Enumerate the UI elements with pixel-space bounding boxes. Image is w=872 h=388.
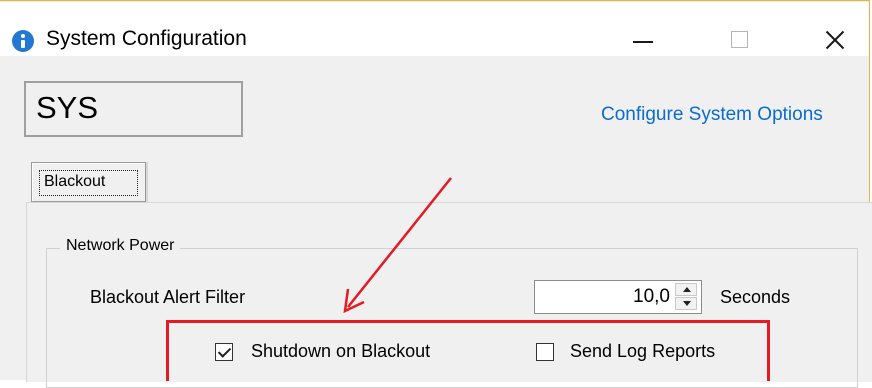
focus-rectangle: Blackout — [39, 170, 138, 196]
shutdown-on-blackout-checkbox[interactable] — [215, 343, 233, 361]
spin-up-button[interactable] — [675, 283, 697, 296]
window-title: System Configuration — [46, 27, 247, 50]
maximize-button[interactable] — [715, 20, 765, 56]
tab-blackout-label: Blackout — [44, 173, 106, 190]
alert-filter-stepper[interactable]: 10,0 — [534, 280, 702, 314]
title-bar[interactable]: System Configuration — [0, 2, 869, 56]
shutdown-on-blackout-label[interactable]: Shutdown on Blackout — [251, 341, 430, 362]
spin-down-button[interactable] — [675, 297, 697, 310]
system-configuration-window: System Configuration SYS Configure Syste… — [0, 0, 872, 388]
spin-buttons — [675, 283, 699, 311]
close-button[interactable] — [808, 20, 858, 56]
tab-separator — [146, 162, 148, 202]
blackout-alert-filter-label: Blackout Alert Filter — [90, 287, 246, 307]
seconds-unit-label: Seconds — [720, 287, 791, 307]
tab-blackout[interactable]: Blackout — [31, 162, 146, 202]
send-log-reports-checkbox[interactable] — [536, 343, 554, 361]
sys-code-box: SYS — [24, 81, 243, 137]
info-icon — [12, 30, 34, 52]
group-title: Network Power — [60, 237, 181, 255]
configure-system-options-link[interactable]: Configure System Options — [601, 104, 823, 126]
alert-filter-value[interactable]: 10,0 — [633, 286, 670, 308]
minimize-button[interactable] — [617, 20, 667, 56]
sys-code: SYS — [36, 90, 99, 125]
send-log-reports-label[interactable]: Send Log Reports — [570, 341, 715, 362]
